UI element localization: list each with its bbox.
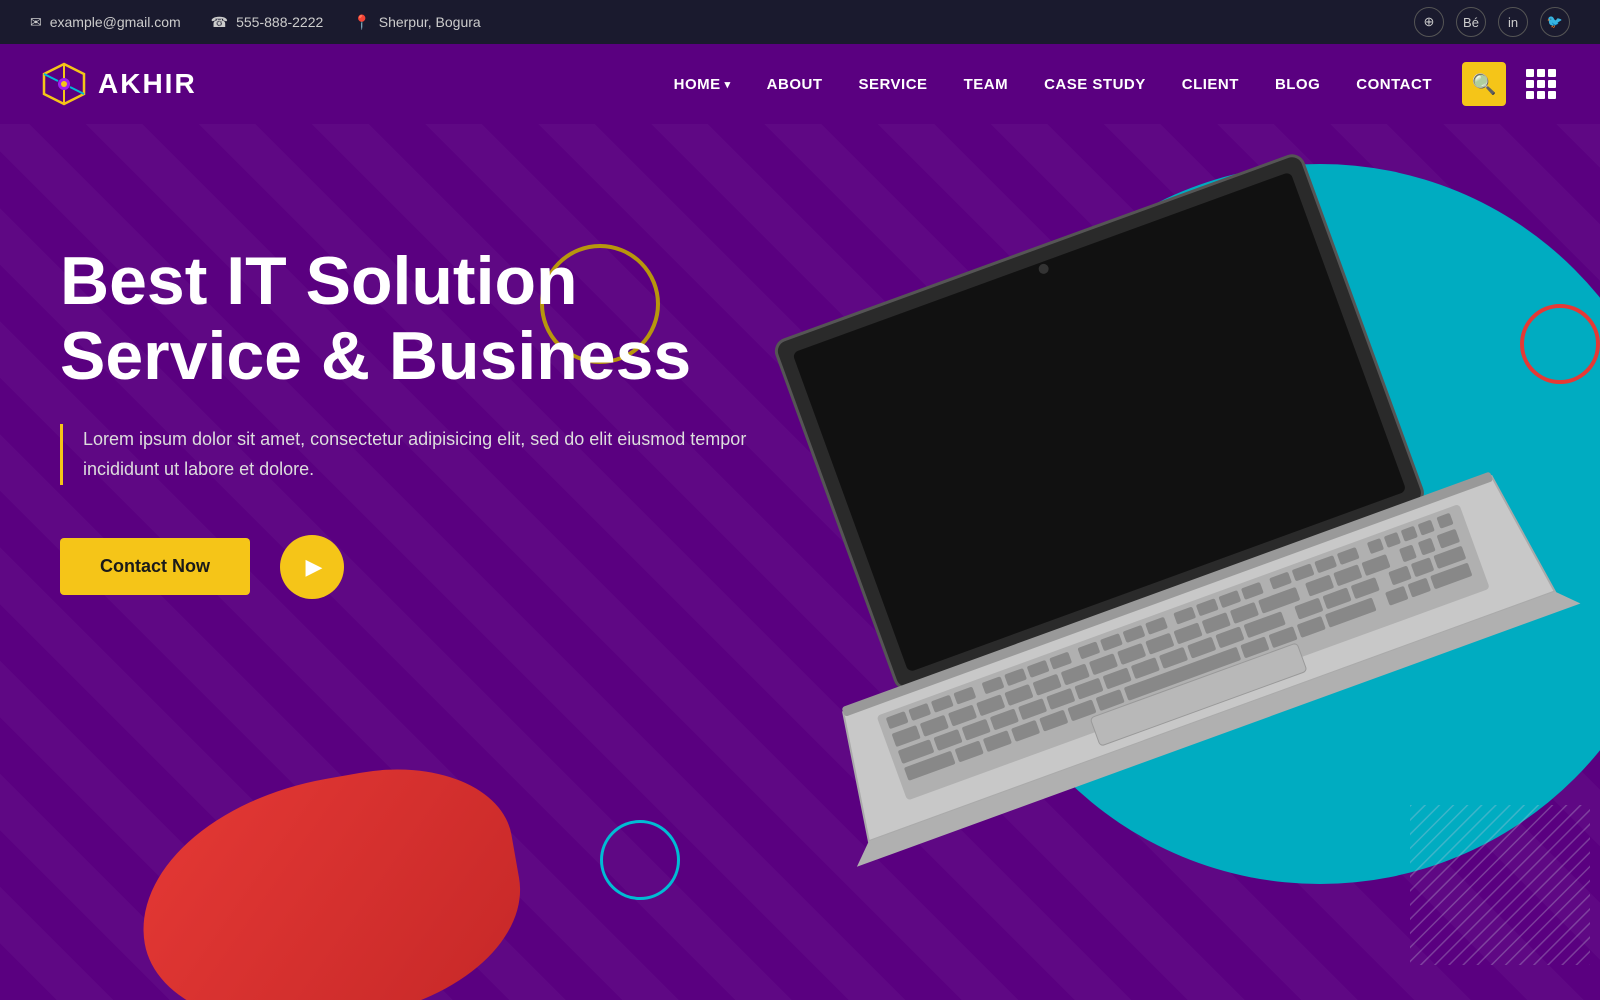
social-dribbble[interactable]: ⊕ (1414, 7, 1444, 37)
topbar-social: ⊕ Bé in 🐦 (1414, 7, 1570, 37)
grid-dot (1537, 80, 1545, 88)
grid-dot (1537, 91, 1545, 99)
nav-home[interactable]: HOME ▾ (674, 76, 731, 93)
topbar-location: 📍 Sherpur, Bogura (353, 14, 480, 31)
topbar-email: ✉ example@gmail.com (30, 14, 181, 31)
grid-dot (1548, 80, 1556, 88)
hero-section: Best IT Solution Service & Business Lore… (0, 124, 1600, 1000)
home-dropdown-icon: ▾ (725, 78, 731, 91)
hero-content: Best IT Solution Service & Business Lore… (60, 244, 760, 599)
grid-dot (1526, 69, 1534, 77)
nav-actions: 🔍 (1462, 62, 1560, 106)
laptop-illustration (740, 154, 1600, 974)
hero-description: Lorem ipsum dolor sit amet, consectetur … (60, 424, 760, 485)
logo[interactable]: AKHIR (40, 60, 197, 108)
navbar: AKHIR HOME ▾ ABOUT SERVICE TEAM CASE STU… (0, 44, 1600, 124)
search-button[interactable]: 🔍 (1462, 62, 1506, 106)
red-blob-deco (122, 749, 538, 1000)
location-icon: 📍 (353, 14, 370, 31)
nav-contact[interactable]: CONTACT (1356, 76, 1432, 93)
play-button[interactable] (280, 535, 344, 599)
social-linkedin[interactable]: in (1498, 7, 1528, 37)
grid-menu-button[interactable] (1522, 65, 1560, 103)
nav-blog[interactable]: BLOG (1275, 76, 1320, 93)
logo-icon (40, 60, 88, 108)
social-twitter[interactable]: 🐦 (1540, 7, 1570, 37)
teal-circle-deco (600, 820, 680, 900)
phone-icon: ☎ (211, 14, 228, 31)
grid-dot (1548, 91, 1556, 99)
nav-case-study[interactable]: CASE STUDY (1044, 76, 1146, 93)
nav-about[interactable]: ABOUT (767, 76, 823, 93)
contact-now-button[interactable]: Contact Now (60, 538, 250, 595)
topbar-left: ✉ example@gmail.com ☎ 555-888-2222 📍 She… (30, 14, 481, 31)
topbar-phone: ☎ 555-888-2222 (211, 14, 324, 31)
nav-client[interactable]: CLIENT (1182, 76, 1239, 93)
grid-dot (1537, 69, 1545, 77)
nav-service[interactable]: SERVICE (858, 76, 927, 93)
laptop-svg (740, 154, 1600, 974)
hero-title: Best IT Solution Service & Business (60, 244, 760, 394)
nav-team[interactable]: TEAM (964, 76, 1009, 93)
logo-text: AKHIR (98, 68, 197, 100)
email-icon: ✉ (30, 14, 42, 31)
hero-actions: Contact Now (60, 535, 760, 599)
search-icon: 🔍 (1472, 72, 1497, 97)
grid-dot (1526, 91, 1534, 99)
grid-dot (1526, 80, 1534, 88)
topbar: ✉ example@gmail.com ☎ 555-888-2222 📍 She… (0, 0, 1600, 44)
grid-dot (1548, 69, 1556, 77)
main-nav: HOME ▾ ABOUT SERVICE TEAM CASE STUDY CLI… (674, 76, 1432, 93)
social-behance[interactable]: Bé (1456, 7, 1486, 37)
